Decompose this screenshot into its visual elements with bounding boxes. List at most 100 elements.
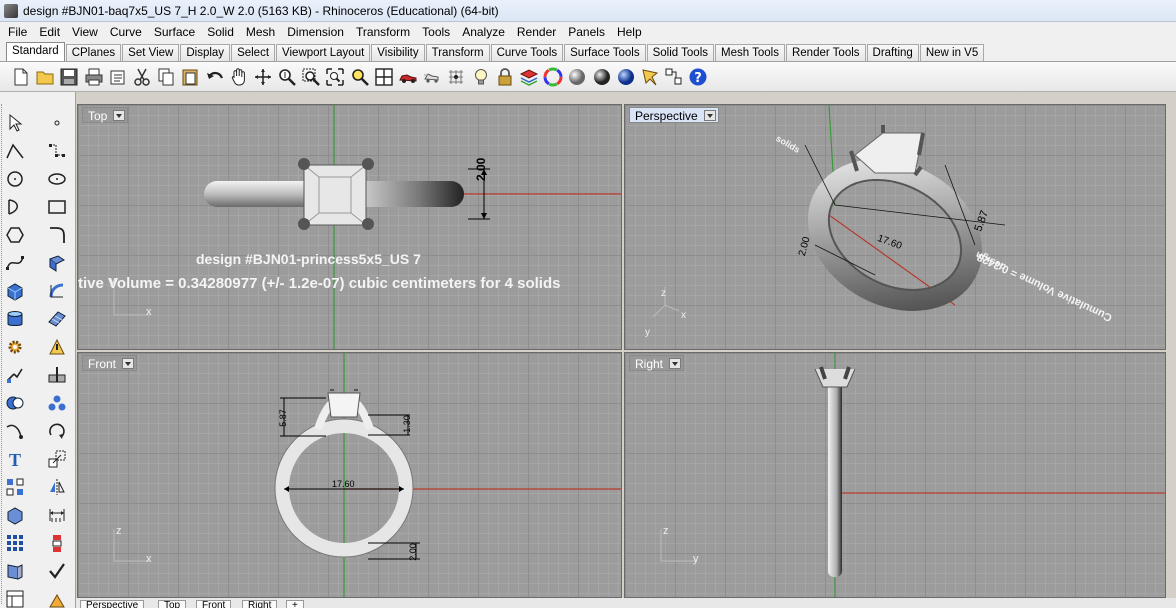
- patch-surface-icon[interactable]: [46, 308, 68, 330]
- zoom-dynamic-icon[interactable]: [276, 66, 298, 88]
- tab-curve-tools[interactable]: Curve Tools: [490, 44, 564, 61]
- scale-icon[interactable]: [46, 448, 68, 470]
- group-icon[interactable]: [4, 476, 26, 498]
- viewport-label-right[interactable]: Right: [629, 355, 685, 371]
- spheres-icon[interactable]: [46, 392, 68, 414]
- menu-help[interactable]: Help: [611, 22, 648, 42]
- tab-visibility[interactable]: Visibility: [371, 44, 425, 61]
- arc-icon[interactable]: [4, 196, 26, 218]
- pan-hand-icon[interactable]: [228, 66, 250, 88]
- new-document-icon[interactable]: [10, 66, 32, 88]
- rotate-object-icon[interactable]: [46, 420, 68, 442]
- curve-edit-icon[interactable]: [4, 252, 26, 274]
- menu-dimension[interactable]: Dimension: [281, 22, 350, 42]
- rotate-view-icon[interactable]: [252, 66, 274, 88]
- polyline-icon[interactable]: [4, 140, 26, 162]
- car-icon[interactable]: [397, 66, 419, 88]
- gumball-icon[interactable]: [639, 66, 661, 88]
- control-point-curve-icon[interactable]: [46, 140, 68, 162]
- shaded-sphere-icon[interactable]: [591, 66, 613, 88]
- point-on-curve-icon[interactable]: [4, 420, 26, 442]
- help-icon[interactable]: ?: [687, 66, 709, 88]
- tab-transform[interactable]: Transform: [425, 44, 490, 61]
- analyze-direction-icon[interactable]: [46, 336, 68, 358]
- layer-icon[interactable]: [518, 66, 540, 88]
- text-tool-icon[interactable]: T: [4, 448, 26, 470]
- undo-icon[interactable]: [204, 66, 226, 88]
- cylinder-solid-icon[interactable]: [4, 308, 26, 330]
- paste-icon[interactable]: [179, 66, 201, 88]
- viewport-label-perspective[interactable]: Perspective: [629, 107, 719, 123]
- tab-standard[interactable]: Standard: [6, 42, 65, 61]
- menu-curve[interactable]: Curve: [104, 22, 148, 42]
- rendered-sphere-icon[interactable]: [615, 66, 637, 88]
- select-arrow-icon[interactable]: [4, 112, 26, 134]
- menu-mesh[interactable]: Mesh: [240, 22, 281, 42]
- check-icon[interactable]: [46, 560, 68, 582]
- array-grid-icon[interactable]: [4, 532, 26, 554]
- color-wheel-icon[interactable]: [542, 66, 564, 88]
- chevron-down-icon[interactable]: [113, 110, 126, 121]
- print-icon[interactable]: [83, 66, 105, 88]
- extrude-surface-icon[interactable]: [46, 252, 68, 274]
- circle-icon[interactable]: [4, 168, 26, 190]
- palette-grip[interactable]: [1, 104, 3, 604]
- fillet-curve-icon[interactable]: [46, 224, 68, 246]
- menu-analyze[interactable]: Analyze: [456, 22, 511, 42]
- menu-edit[interactable]: Edit: [33, 22, 66, 42]
- four-viewports-icon[interactable]: [373, 66, 395, 88]
- tab-display[interactable]: Display: [180, 44, 231, 61]
- viewport-front[interactable]: Front 5.87 1.30 17.60 2.00 z x: [77, 352, 622, 598]
- chevron-down-icon[interactable]: [703, 110, 716, 121]
- tab-solid-tools[interactable]: Solid Tools: [646, 44, 714, 61]
- tab-mesh-tools[interactable]: Mesh Tools: [715, 44, 785, 61]
- menu-view[interactable]: View: [66, 22, 104, 42]
- grid-snap-icon[interactable]: [445, 66, 467, 88]
- revolve-surface-icon[interactable]: [46, 280, 68, 302]
- zoom-extents-icon[interactable]: [324, 66, 346, 88]
- tab-surface-tools[interactable]: Surface Tools: [564, 44, 646, 61]
- extrude-arrow-icon[interactable]: [46, 588, 68, 608]
- viewport-label-top[interactable]: Top: [82, 107, 129, 123]
- rectangle-icon[interactable]: [46, 196, 68, 218]
- unroll-icon[interactable]: [4, 560, 26, 582]
- point-icon[interactable]: [46, 112, 68, 134]
- tab-select[interactable]: Select: [231, 44, 276, 61]
- viewport-tab-right[interactable]: Right: [242, 600, 278, 608]
- dimension-icon[interactable]: [46, 504, 68, 526]
- menu-solid[interactable]: Solid: [201, 22, 240, 42]
- polygon-icon[interactable]: [4, 224, 26, 246]
- viewport-label-front[interactable]: Front: [82, 355, 138, 371]
- import-icon[interactable]: [107, 66, 129, 88]
- history-icon[interactable]: [46, 532, 68, 554]
- gear-tools-icon[interactable]: [4, 336, 26, 358]
- menu-tools[interactable]: Tools: [416, 22, 456, 42]
- block-icon[interactable]: [4, 504, 26, 526]
- mirror-icon[interactable]: [46, 476, 68, 498]
- split-icon[interactable]: [46, 364, 68, 386]
- save-icon[interactable]: [58, 66, 80, 88]
- tab-cplanes[interactable]: CPlanes: [65, 44, 122, 61]
- transform-icon[interactable]: [4, 364, 26, 386]
- zoom-window-icon[interactable]: [300, 66, 322, 88]
- tab-set-view[interactable]: Set View: [122, 44, 180, 61]
- menu-panels[interactable]: Panels: [562, 22, 611, 42]
- copy-icon[interactable]: [155, 66, 177, 88]
- viewport-tab-front[interactable]: Front: [196, 600, 232, 608]
- tab-drafting[interactable]: Drafting: [866, 44, 919, 61]
- display-options-icon[interactable]: [421, 66, 443, 88]
- chevron-down-icon[interactable]: [122, 358, 135, 369]
- menu-transform[interactable]: Transform: [350, 22, 416, 42]
- menu-render[interactable]: Render: [511, 22, 562, 42]
- menu-surface[interactable]: Surface: [148, 22, 201, 42]
- open-folder-icon[interactable]: [34, 66, 56, 88]
- box-solid-icon[interactable]: [4, 280, 26, 302]
- lock-icon[interactable]: [494, 66, 516, 88]
- wireframe-sphere-icon[interactable]: [566, 66, 588, 88]
- viewport-right[interactable]: Right z y: [624, 352, 1166, 598]
- zoom-selected-icon[interactable]: [349, 66, 371, 88]
- lightbulb-icon[interactable]: [470, 66, 492, 88]
- options-icon[interactable]: [663, 66, 685, 88]
- layout-icon[interactable]: [4, 588, 26, 608]
- boolean-icon[interactable]: [4, 392, 26, 414]
